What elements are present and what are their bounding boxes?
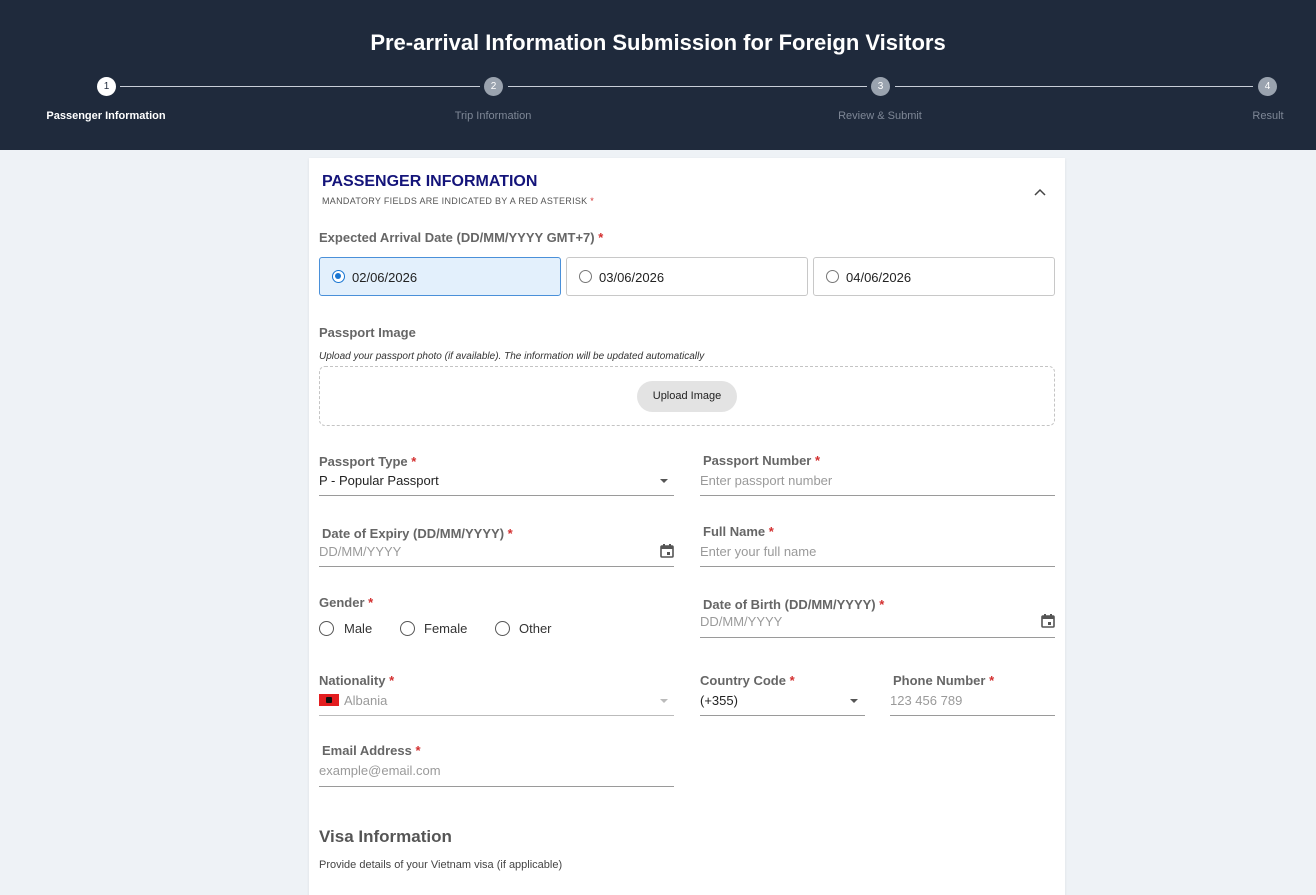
arrival-option-label: 03/06/2026 [599, 270, 665, 285]
email-underline [319, 786, 674, 787]
passport-image-label: Passport Image [319, 325, 416, 340]
page-header: Pre-arrival Information Submission for F… [0, 0, 1316, 150]
gender-female-radio[interactable] [400, 621, 415, 636]
country-code-label: Country Code * [700, 673, 795, 688]
calendar-icon[interactable] [659, 543, 675, 559]
radio-unselected-icon [579, 270, 592, 283]
gender-male-radio[interactable] [319, 621, 334, 636]
expiry-date-input[interactable]: DD/MM/YYYY [319, 544, 401, 559]
passport-number-input[interactable]: Enter passport number [700, 473, 832, 488]
arrival-option-3[interactable]: 04/06/2026 [813, 257, 1055, 296]
passport-type-label: Passport Type * [319, 454, 417, 469]
expiry-date-underline [319, 566, 674, 567]
stepper-connector [895, 86, 1253, 87]
arrival-option-2[interactable]: 03/06/2026 [566, 257, 808, 296]
gender-male-label[interactable]: Male [344, 621, 372, 636]
nationality-label: Nationality * [319, 673, 395, 688]
stepper-connector [508, 86, 867, 87]
passport-number-underline [700, 495, 1055, 496]
upload-image-button[interactable]: Upload Image [637, 381, 737, 412]
step-2-label[interactable]: Trip Information [413, 110, 573, 122]
arrival-date-label: Expected Arrival Date (DD/MM/YYYY GMT+7)… [319, 230, 604, 245]
full-name-underline [700, 566, 1055, 567]
phone-number-underline [890, 715, 1055, 716]
full-name-input[interactable]: Enter your full name [700, 544, 816, 559]
dob-underline [700, 637, 1055, 638]
passport-number-label: Passport Number * [703, 453, 821, 468]
dob-label: Date of Birth (DD/MM/YYYY) * [703, 597, 885, 612]
country-code-underline [700, 715, 865, 716]
phone-number-label: Phone Number * [893, 673, 995, 688]
step-2-indicator[interactable]: 2 [484, 77, 503, 96]
dropdown-caret-icon[interactable] [850, 699, 858, 703]
email-label: Email Address * [322, 743, 421, 758]
section-subtitle: MANDATORY FIELDS ARE INDICATED BY A RED … [322, 196, 595, 206]
step-4-indicator[interactable]: 4 [1258, 77, 1277, 96]
gender-other-radio[interactable] [495, 621, 510, 636]
section-title: PASSENGER INFORMATION [322, 173, 538, 190]
passport-type-select[interactable]: P - Popular Passport [319, 473, 439, 488]
stepper-connector [120, 86, 480, 87]
step-1-label[interactable]: Passenger Information [26, 110, 186, 122]
arrival-option-label: 04/06/2026 [846, 270, 912, 285]
step-3-label[interactable]: Review & Submit [800, 110, 960, 122]
radio-selected-icon [332, 270, 345, 283]
albania-flag-icon [319, 694, 339, 706]
email-input[interactable]: example@email.com [319, 763, 441, 778]
step-3-indicator[interactable]: 3 [871, 77, 890, 96]
dob-input[interactable]: DD/MM/YYYY [700, 614, 782, 629]
collapse-chevron-up-icon[interactable] [1032, 185, 1048, 201]
expiry-date-label: Date of Expiry (DD/MM/YYYY) * [322, 526, 513, 541]
dropdown-caret-icon[interactable] [660, 699, 668, 703]
dropdown-caret-icon[interactable] [660, 479, 668, 483]
full-name-label: Full Name * [703, 524, 774, 539]
gender-female-label[interactable]: Female [424, 621, 467, 636]
gender-other-label[interactable]: Other [519, 621, 552, 636]
arrival-option-1[interactable]: 02/06/2026 [319, 257, 561, 296]
nationality-underline [319, 715, 674, 716]
passport-image-help: Upload your passport photo (if available… [319, 351, 705, 362]
country-code-select[interactable]: (+355) [700, 693, 738, 708]
radio-unselected-icon [826, 270, 839, 283]
step-1-indicator[interactable]: 1 [97, 77, 116, 96]
page-title: Pre-arrival Information Submission for F… [370, 30, 946, 55]
step-4-label[interactable]: Result [1236, 110, 1300, 122]
visa-section-title: Visa Information [319, 827, 452, 846]
phone-number-input[interactable]: 123 456 789 [890, 693, 962, 708]
visa-section-subtitle: Provide details of your Vietnam visa (if… [319, 859, 563, 871]
calendar-icon[interactable] [1040, 613, 1056, 629]
nationality-select[interactable]: Albania [344, 693, 387, 708]
gender-label: Gender * [319, 595, 374, 610]
passport-type-underline [319, 495, 674, 496]
arrival-option-label: 02/06/2026 [352, 270, 418, 285]
